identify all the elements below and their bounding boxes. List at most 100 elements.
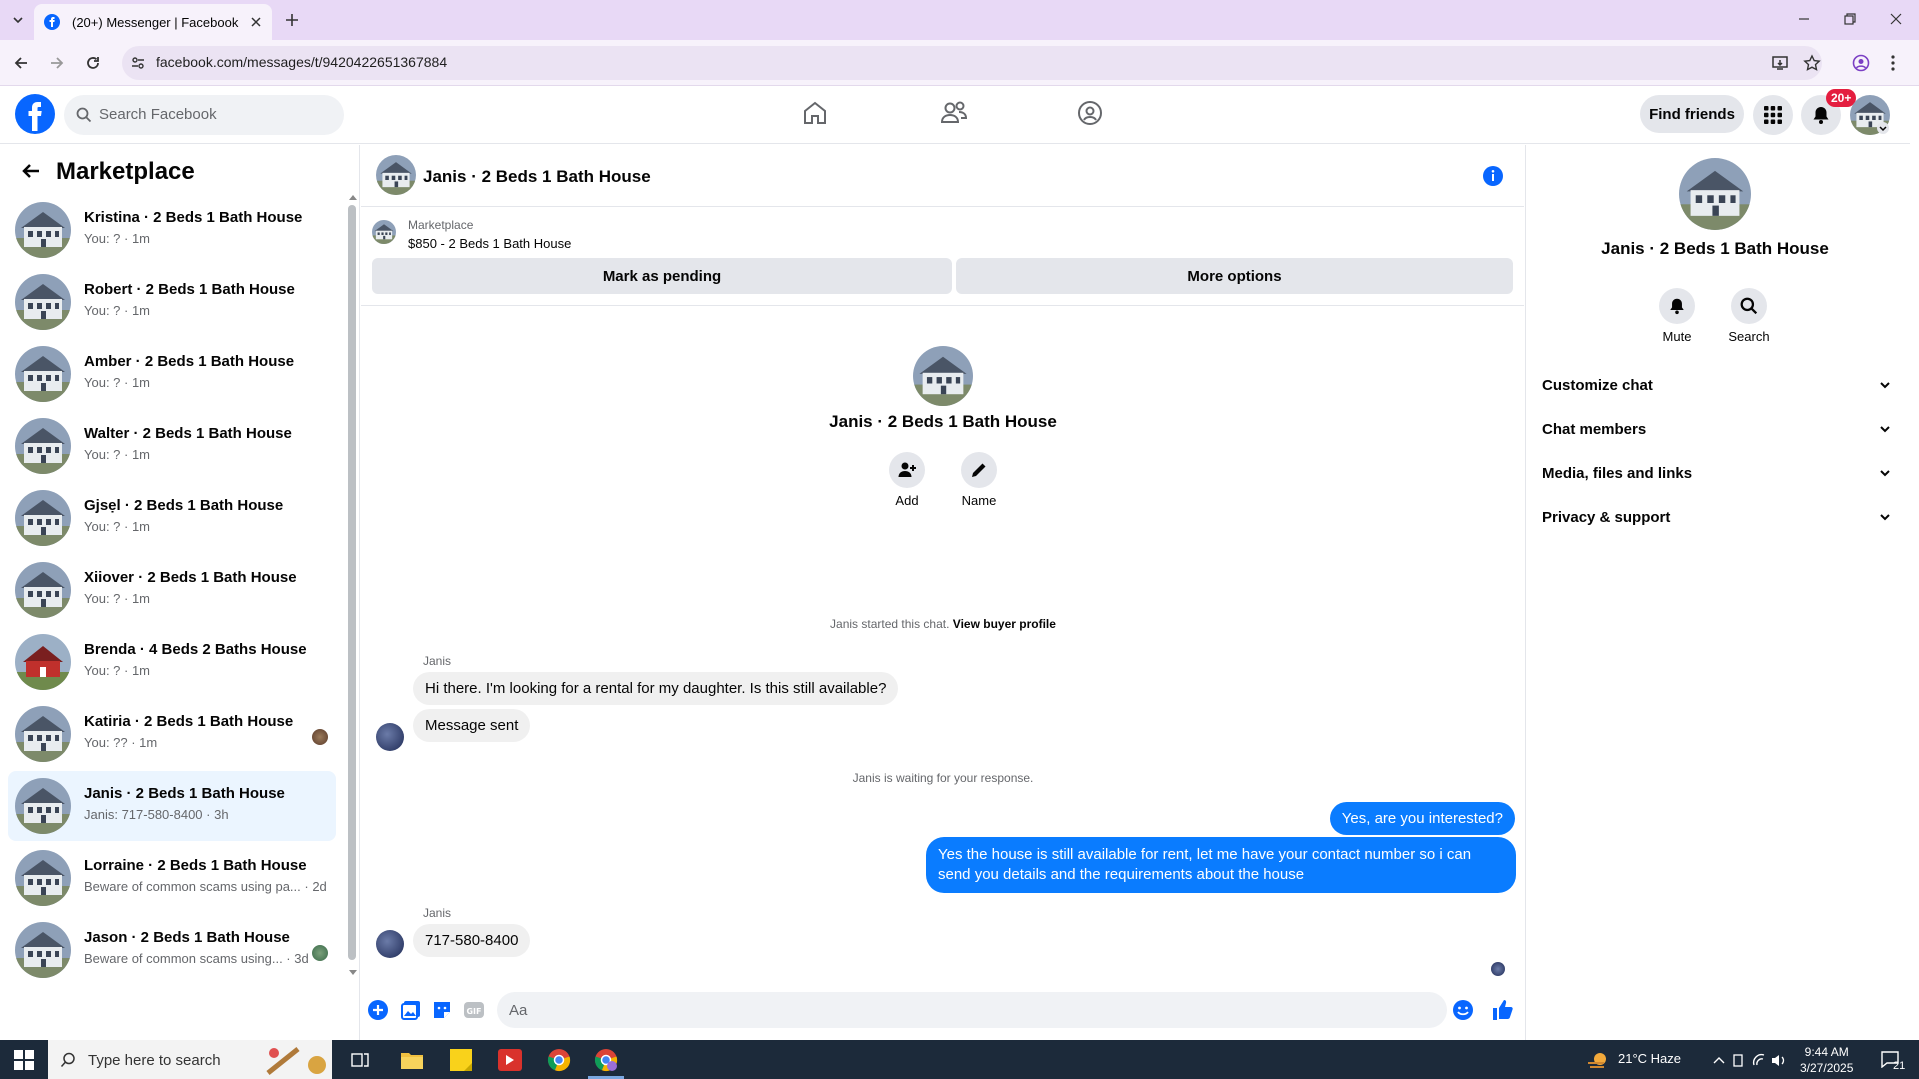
weather-icon[interactable] [1586, 1049, 1610, 1071]
customize-chat-section[interactable]: Customize chat [1542, 367, 1892, 403]
sender-avatar[interactable] [376, 723, 404, 751]
search-icon [60, 1052, 76, 1068]
conversation-preview: You: ? · 1m [84, 663, 151, 678]
url-text[interactable]: facebook.com/messages/t/9420422651367884 [156, 54, 447, 70]
attach-photo-icon[interactable] [400, 999, 422, 1021]
search-icon [1740, 297, 1758, 315]
svg-text:GIF: GIF [466, 1007, 481, 1016]
weather-text[interactable]: 21°C Haze [1618, 1051, 1681, 1066]
sticky-notes-icon[interactable] [450, 1049, 472, 1071]
system-tray-icons[interactable] [1712, 1052, 1788, 1068]
conversation-preview: You: ? · 1m [84, 591, 151, 606]
close-window-icon[interactable] [1889, 12, 1903, 26]
conversation-item[interactable]: Lorraine · 2 Beds 1 Bath House Beware of … [8, 843, 336, 913]
emoji-icon[interactable] [1452, 999, 1474, 1021]
profile-icon[interactable] [1852, 54, 1870, 72]
conversation-item[interactable]: Janis · 2 Beds 1 Bath House Janis: 717-58… [8, 771, 336, 841]
house-icon [15, 418, 71, 474]
thumbs-up-icon[interactable] [1490, 998, 1514, 1022]
forward-icon[interactable] [48, 54, 66, 72]
home-icon[interactable] [802, 100, 828, 126]
file-explorer-icon[interactable] [400, 1049, 424, 1071]
conversation-item[interactable]: Walter · 2 Beds 1 Bath House You: ? · 1m [8, 411, 336, 481]
menu-grid-button[interactable] [1753, 95, 1793, 135]
minimize-icon[interactable] [1797, 12, 1811, 26]
listing-price-title[interactable]: $850 - 2 Beds 1 Bath House [408, 236, 571, 251]
chrome-icon[interactable] [547, 1048, 571, 1072]
outgoing-message[interactable]: Yes, are you interested? [1329, 802, 1515, 835]
facebook-favicon-icon [44, 14, 60, 30]
back-icon[interactable] [12, 54, 30, 72]
sender-avatar[interactable] [376, 930, 404, 958]
friends-icon[interactable] [940, 100, 968, 126]
chat-members-section[interactable]: Chat members [1542, 411, 1892, 447]
conversation-item[interactable]: Xiiover · 2 Beds 1 Bath House You: ? · 1m [8, 555, 336, 625]
house-icon [15, 202, 71, 258]
chrome-profile-icon[interactable] [594, 1048, 618, 1072]
incoming-message[interactable]: 717-580-8400 [413, 924, 531, 957]
scroll-down-icon[interactable] [349, 970, 357, 976]
incoming-message[interactable]: Message sent [413, 709, 531, 742]
chat-started-notice: Janis started this chat. View buyer prof… [600, 617, 1286, 631]
back-arrow-icon[interactable] [20, 160, 42, 182]
message-input[interactable] [497, 992, 1447, 1028]
chat-profile-avatar[interactable] [913, 346, 973, 406]
listing-thumbnail[interactable] [372, 220, 396, 244]
reload-icon[interactable] [84, 54, 102, 72]
mark-as-pending-button[interactable]: Mark as pending [372, 258, 952, 294]
conversation-item[interactable]: Katiria · 2 Beds 1 Bath House You: ?? · 1… [8, 699, 336, 769]
chat-details-panel [1525, 145, 1910, 1040]
house-icon [15, 850, 71, 906]
conversation-item[interactable]: Gjsẹl · 2 Beds 1 Bath House You: ? · 1m [8, 483, 336, 553]
conversation-name: Xiiover · 2 Beds 1 Bath House [84, 569, 297, 586]
add-person-icon [897, 460, 917, 480]
account-chevron-icon[interactable] [1877, 122, 1889, 134]
task-view-icon[interactable] [351, 1051, 369, 1069]
tab-close-icon[interactable] [250, 16, 262, 28]
conversation-preview: You: ? · 1m [84, 231, 151, 246]
new-tab-icon[interactable] [284, 12, 300, 28]
search-conversation-button[interactable] [1731, 288, 1767, 324]
view-buyer-profile-link[interactable]: View buyer profile [953, 617, 1056, 631]
chat-header-avatar[interactable] [376, 155, 416, 195]
privacy-support-section[interactable]: Privacy & support [1542, 499, 1892, 535]
chevron-down-icon [1878, 510, 1892, 524]
chat-title[interactable]: Janis · 2 Beds 1 Bath House [423, 167, 651, 187]
find-friends-button[interactable]: Find friends [1640, 95, 1744, 133]
more-actions-icon[interactable] [367, 999, 389, 1021]
edit-name-button[interactable] [961, 452, 997, 488]
site-info-icon[interactable] [130, 55, 146, 71]
facebook-logo-icon[interactable] [15, 94, 55, 134]
media-files-links-section[interactable]: Media, files and links [1542, 455, 1892, 491]
name-label: Name [961, 493, 997, 508]
scroll-up-icon[interactable] [349, 194, 357, 200]
bookmark-star-icon[interactable] [1803, 54, 1821, 72]
install-app-icon[interactable] [1771, 54, 1789, 72]
conversation-item[interactable]: Amber · 2 Beds 1 Bath House You: ? · 1m [8, 339, 336, 409]
incoming-message[interactable]: Hi there. I'm looking for a rental for m… [413, 672, 899, 705]
chat-info-icon[interactable] [1482, 165, 1504, 187]
add-label: Add [895, 493, 919, 508]
add-people-button[interactable] [889, 452, 925, 488]
outgoing-message[interactable]: Yes the house is still available for ren… [926, 837, 1516, 893]
conversation-item[interactable]: Brenda · 4 Beds 2 Baths House You: ? · 1m [8, 627, 336, 697]
conversation-item[interactable]: Jason · 2 Beds 1 Bath House Beware of com… [8, 915, 336, 985]
app-red-icon[interactable] [498, 1049, 522, 1071]
search-placeholder: Search Facebook [99, 106, 217, 123]
browser-menu-icon[interactable] [1890, 54, 1896, 72]
details-avatar[interactable] [1679, 158, 1751, 230]
mute-button[interactable] [1659, 288, 1695, 324]
more-options-button[interactable]: More options [956, 258, 1513, 294]
restore-icon[interactable] [1843, 12, 1857, 26]
gif-icon[interactable]: GIF [463, 1000, 485, 1020]
browser-tab[interactable]: (20+) Messenger | Facebook [34, 4, 272, 40]
conversation-scrollbar[interactable] [348, 205, 356, 960]
taskbar-clock[interactable]: 9:44 AM 3/27/2025 [1800, 1044, 1853, 1076]
conversation-item[interactable]: Robert · 2 Beds 1 Bath House You: ? · 1m [8, 267, 336, 337]
windows-start-icon[interactable] [14, 1050, 34, 1070]
conversation-item[interactable]: Kristina · 2 Beds 1 Bath House You: ? · 1… [8, 195, 336, 265]
groups-icon[interactable] [1077, 100, 1103, 126]
tab-search-icon[interactable] [10, 12, 26, 28]
sticker-icon[interactable] [431, 999, 453, 1021]
conversation-preview: Janis: 717-580-8400 · 3h [84, 807, 229, 822]
